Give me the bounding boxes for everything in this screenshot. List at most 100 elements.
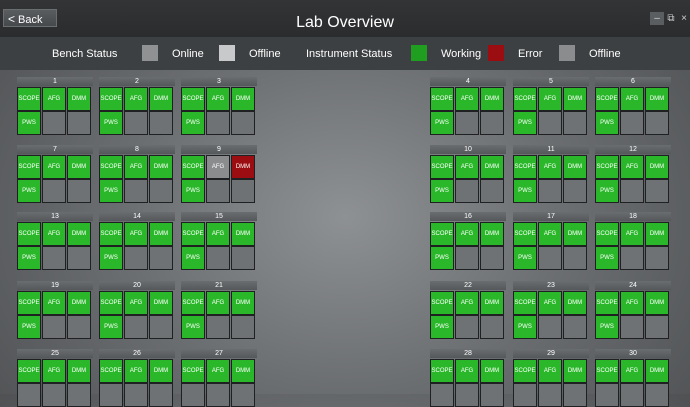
instrument-cell[interactable]: SCOPE <box>513 87 537 111</box>
instrument-cell[interactable]: DMM <box>645 155 669 179</box>
instrument-cell[interactable]: DMM <box>480 291 504 315</box>
instrument-cell[interactable]: AFG <box>620 155 644 179</box>
bench-panel[interactable]: 26 SCOPE AFG DMM <box>99 349 175 407</box>
instrument-cell[interactable]: DMM <box>480 155 504 179</box>
instrument-cell[interactable]: AFG <box>206 87 230 111</box>
instrument-cell[interactable]: AFG <box>124 87 148 111</box>
bench-panel[interactable]: 11 SCOPE AFG DMM PWS <box>513 145 589 203</box>
instrument-cell[interactable]: PWS <box>513 111 537 135</box>
instrument-cell[interactable]: SCOPE <box>513 359 537 383</box>
instrument-cell[interactable]: PWS <box>430 246 454 270</box>
bench-panel[interactable]: 17 SCOPE AFG DMM PWS <box>513 212 589 270</box>
bench-panel[interactable]: 1 SCOPE AFG DMM PWS <box>17 77 93 135</box>
instrument-cell[interactable]: AFG <box>620 291 644 315</box>
instrument-cell[interactable]: PWS <box>595 315 619 339</box>
instrument-cell[interactable]: PWS <box>17 315 41 339</box>
instrument-cell[interactable]: AFG <box>455 291 479 315</box>
instrument-cell[interactable]: DMM <box>563 291 587 315</box>
instrument-cell[interactable]: SCOPE <box>17 222 41 246</box>
instrument-cell[interactable]: DMM <box>149 222 173 246</box>
instrument-cell[interactable]: DMM <box>563 87 587 111</box>
bench-panel[interactable]: 25 SCOPE AFG DMM <box>17 349 93 407</box>
instrument-cell[interactable]: AFG <box>455 87 479 111</box>
instrument-cell[interactable]: DMM <box>645 359 669 383</box>
instrument-cell[interactable]: DMM <box>645 291 669 315</box>
bench-panel[interactable]: 30 SCOPE AFG DMM <box>595 349 671 407</box>
instrument-cell[interactable]: DMM <box>149 291 173 315</box>
instrument-cell[interactable]: SCOPE <box>595 359 619 383</box>
bench-panel[interactable]: 29 SCOPE AFG DMM <box>513 349 589 407</box>
instrument-cell[interactable]: DMM <box>563 359 587 383</box>
instrument-cell[interactable]: SCOPE <box>17 291 41 315</box>
instrument-cell[interactable]: PWS <box>595 111 619 135</box>
close-icon[interactable]: × <box>677 12 690 25</box>
instrument-cell[interactable]: DMM <box>480 87 504 111</box>
instrument-cell[interactable]: PWS <box>99 315 123 339</box>
instrument-cell[interactable]: AFG <box>124 222 148 246</box>
instrument-cell[interactable]: PWS <box>181 315 205 339</box>
instrument-cell[interactable]: SCOPE <box>181 359 205 383</box>
instrument-cell[interactable]: PWS <box>430 179 454 203</box>
instrument-cell[interactable]: SCOPE <box>513 155 537 179</box>
instrument-cell[interactable]: SCOPE <box>595 222 619 246</box>
instrument-cell[interactable]: SCOPE <box>595 87 619 111</box>
instrument-cell[interactable]: DMM <box>67 291 91 315</box>
instrument-cell[interactable]: AFG <box>538 359 562 383</box>
maximize-icon[interactable]: ⧉ <box>664 12 678 25</box>
instrument-cell[interactable]: AFG <box>538 222 562 246</box>
instrument-cell[interactable]: SCOPE <box>99 155 123 179</box>
bench-panel[interactable]: 10 SCOPE AFG DMM PWS <box>430 145 506 203</box>
instrument-cell[interactable]: AFG <box>206 291 230 315</box>
instrument-cell[interactable]: AFG <box>124 155 148 179</box>
instrument-cell[interactable]: DMM <box>67 222 91 246</box>
instrument-cell[interactable]: AFG <box>538 87 562 111</box>
instrument-cell[interactable]: AFG <box>620 359 644 383</box>
instrument-cell[interactable]: AFG <box>42 291 66 315</box>
instrument-cell[interactable]: AFG <box>538 291 562 315</box>
instrument-cell[interactable]: SCOPE <box>99 222 123 246</box>
instrument-cell[interactable]: SCOPE <box>99 359 123 383</box>
instrument-cell[interactable]: SCOPE <box>181 291 205 315</box>
instrument-cell[interactable]: AFG <box>124 291 148 315</box>
bench-panel[interactable]: 8 SCOPE AFG DMM PWS <box>99 145 175 203</box>
instrument-cell[interactable]: SCOPE <box>513 222 537 246</box>
instrument-cell[interactable]: DMM <box>231 87 255 111</box>
instrument-cell[interactable]: SCOPE <box>430 222 454 246</box>
instrument-cell[interactable]: PWS <box>181 246 205 270</box>
instrument-cell[interactable]: SCOPE <box>595 155 619 179</box>
bench-panel[interactable]: 15 SCOPE AFG DMM PWS <box>181 212 257 270</box>
bench-panel[interactable]: 21 SCOPE AFG DMM PWS <box>181 281 257 339</box>
instrument-cell[interactable]: AFG <box>42 222 66 246</box>
instrument-cell[interactable]: SCOPE <box>181 155 205 179</box>
instrument-cell[interactable]: DMM <box>231 155 255 179</box>
bench-panel[interactable]: 18 SCOPE AFG DMM PWS <box>595 212 671 270</box>
instrument-cell[interactable]: AFG <box>620 222 644 246</box>
bench-panel[interactable]: 20 SCOPE AFG DMM PWS <box>99 281 175 339</box>
bench-panel[interactable]: 22 SCOPE AFG DMM PWS <box>430 281 506 339</box>
instrument-cell[interactable]: SCOPE <box>430 359 454 383</box>
bench-panel[interactable]: 7 SCOPE AFG DMM PWS <box>17 145 93 203</box>
bench-panel[interactable]: 9 SCOPE AFG DMM PWS <box>181 145 257 203</box>
instrument-cell[interactable]: PWS <box>595 179 619 203</box>
instrument-cell[interactable]: SCOPE <box>17 359 41 383</box>
instrument-cell[interactable]: DMM <box>67 87 91 111</box>
instrument-cell[interactable]: AFG <box>42 359 66 383</box>
instrument-cell[interactable]: PWS <box>181 111 205 135</box>
instrument-cell[interactable]: DMM <box>231 291 255 315</box>
instrument-cell[interactable]: DMM <box>563 155 587 179</box>
instrument-cell[interactable]: PWS <box>99 246 123 270</box>
instrument-cell[interactable]: AFG <box>455 155 479 179</box>
instrument-cell[interactable]: SCOPE <box>17 87 41 111</box>
instrument-cell[interactable]: DMM <box>231 222 255 246</box>
bench-panel[interactable]: 23 SCOPE AFG DMM PWS <box>513 281 589 339</box>
instrument-cell[interactable]: SCOPE <box>181 222 205 246</box>
instrument-cell[interactable]: AFG <box>538 155 562 179</box>
instrument-cell[interactable]: DMM <box>645 222 669 246</box>
instrument-cell[interactable]: PWS <box>99 179 123 203</box>
instrument-cell[interactable]: PWS <box>17 179 41 203</box>
bench-panel[interactable]: 5 SCOPE AFG DMM PWS <box>513 77 589 135</box>
bench-panel[interactable]: 24 SCOPE AFG DMM PWS <box>595 281 671 339</box>
instrument-cell[interactable]: DMM <box>149 87 173 111</box>
instrument-cell[interactable]: AFG <box>206 359 230 383</box>
instrument-cell[interactable]: PWS <box>17 111 41 135</box>
